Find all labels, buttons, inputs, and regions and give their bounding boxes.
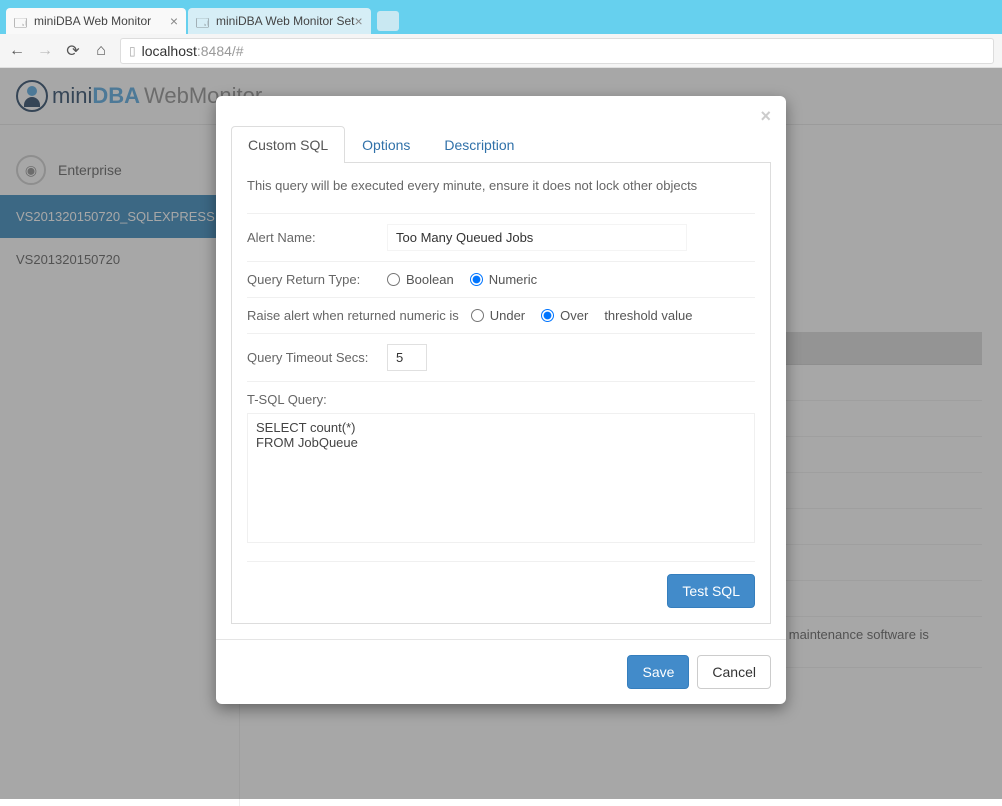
url-host: localhost [142,43,197,59]
tsql-query-input[interactable] [247,413,755,543]
cancel-button[interactable]: Cancel [697,655,771,689]
address-bar[interactable]: ▯ localhost:8484/# [120,38,994,64]
reload-icon[interactable]: ⟳ [64,41,82,61]
return-type-numeric[interactable]: Numeric [470,272,537,287]
threshold-suffix: threshold value [604,308,692,323]
browser-tab-active[interactable]: 🗔 miniDBA Web Monitor × [6,8,186,34]
threshold-over[interactable]: Over [541,308,588,323]
test-sql-button[interactable]: Test SQL [667,574,755,608]
tab-title: miniDBA Web Monitor Set [216,14,355,28]
timeout-input[interactable] [387,344,427,371]
page-icon: ▯ [129,44,136,58]
favicon-icon: 🗔 [14,14,28,28]
close-icon[interactable]: × [355,13,363,29]
tab-panel-custom-sql: This query will be executed every minute… [231,163,771,624]
home-icon[interactable]: ⌂ [92,42,110,60]
url-path: :8484/# [197,43,244,59]
timeout-label: Query Timeout Secs: [247,350,387,365]
back-icon[interactable]: ← [8,42,26,60]
tab-title: miniDBA Web Monitor [34,14,151,28]
alert-name-label: Alert Name: [247,230,387,245]
browser-tab-inactive[interactable]: 🗔 miniDBA Web Monitor Set × [188,8,371,34]
modal-tabs: Custom SQL Options Description [231,126,771,163]
close-icon[interactable]: × [760,106,771,127]
raise-alert-label: Raise alert when returned numeric is [247,308,459,323]
hint-text: This query will be executed every minute… [247,178,755,193]
threshold-under[interactable]: Under [471,308,525,323]
alert-name-input[interactable] [387,224,687,251]
tab-custom-sql[interactable]: Custom SQL [231,126,345,163]
close-icon[interactable]: × [170,13,178,29]
return-type-boolean[interactable]: Boolean [387,272,454,287]
tab-options[interactable]: Options [345,126,427,163]
forward-icon: → [36,42,54,60]
browser-toolbar: ← → ⟳ ⌂ ▯ localhost:8484/# [0,34,1002,68]
save-button[interactable]: Save [627,655,689,689]
custom-sql-modal: × Custom SQL Options Description This qu… [216,96,786,704]
favicon-icon: 🗔 [196,14,210,28]
query-label: T-SQL Query: [247,392,327,407]
new-tab-button[interactable] [377,11,399,31]
tab-description[interactable]: Description [427,126,531,163]
browser-tabstrip: 🗔 miniDBA Web Monitor × 🗔 miniDBA Web Mo… [0,0,1002,34]
return-type-label: Query Return Type: [247,272,387,287]
